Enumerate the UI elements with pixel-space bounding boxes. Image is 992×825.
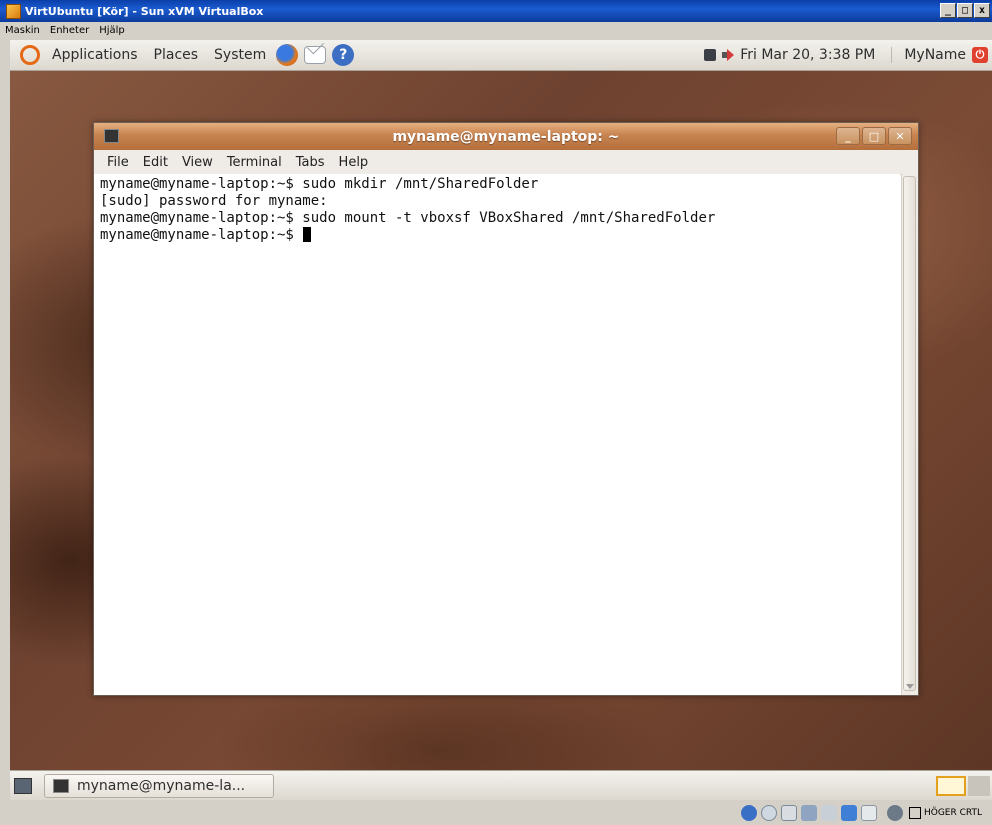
scroll-down-icon[interactable] xyxy=(906,684,914,689)
floppy-icon[interactable] xyxy=(780,804,797,821)
terminal-menubar: File Edit View Terminal Tabs Help xyxy=(94,150,918,175)
host-menu-maskin[interactable]: Maskin xyxy=(0,25,45,36)
menu-places[interactable]: Places xyxy=(150,47,203,63)
host-menu-enheter[interactable]: Enheter xyxy=(45,25,94,36)
terminal-prompt: myname@myname-laptop:~$ xyxy=(100,227,303,243)
network-icon[interactable] xyxy=(704,49,717,61)
terminal-output[interactable]: myname@myname-laptop:~$ sudo mkdir /mnt/… xyxy=(94,174,900,695)
help-icon[interactable]: ? xyxy=(332,44,355,66)
usb-icon[interactable] xyxy=(820,804,837,821)
host-window-title: VirtUbuntu [Kör] - Sun xVM VirtualBox xyxy=(25,4,264,18)
text-cursor xyxy=(303,227,312,242)
terminal-menu-help[interactable]: Help xyxy=(332,155,376,170)
terminal-titlebar[interactable]: myname@myname-laptop: ~ _ □ ✕ xyxy=(94,123,918,150)
host-key-indicator: HÖGER CRTL xyxy=(908,806,982,819)
taskbar-label: myname@myname-la... xyxy=(77,778,246,794)
menu-system[interactable]: System xyxy=(210,47,270,63)
terminal-line: [sudo] password for myname: xyxy=(100,193,328,209)
clock[interactable]: Fri Mar 20, 3:38 PM xyxy=(740,47,893,63)
terminal-scrollbar[interactable] xyxy=(901,174,918,695)
host-minimize-button[interactable]: _ xyxy=(940,3,956,18)
volume-icon[interactable] xyxy=(722,49,735,61)
host-statusbar: HÖGER CRTL xyxy=(0,800,992,825)
terminal-menu-tabs[interactable]: Tabs xyxy=(289,155,332,170)
host-maximize-button[interactable]: □ xyxy=(957,3,973,18)
host-window-controls: _ □ x xyxy=(940,3,990,18)
display-icon[interactable] xyxy=(860,804,877,821)
host-key-label: HÖGER CRTL xyxy=(923,807,982,818)
terminal-maximize-button[interactable]: □ xyxy=(862,127,886,145)
host-menu-hjalp[interactable]: Hjälp xyxy=(94,25,130,36)
host-menubar: Maskin Enheter Hjälp xyxy=(0,22,992,38)
firefox-icon[interactable] xyxy=(276,44,299,66)
virtualbox-icon xyxy=(6,3,21,19)
terminal-menu-edit[interactable]: Edit xyxy=(136,155,175,170)
taskbar-terminal-button[interactable]: myname@myname-la... xyxy=(44,774,274,798)
user-name[interactable]: MyName xyxy=(892,47,972,63)
scrollbar-thumb[interactable] xyxy=(903,176,916,691)
shared-folders-icon[interactable] xyxy=(840,804,857,821)
terminal-title: myname@myname-laptop: ~ xyxy=(392,128,620,145)
terminal-window-controls: _ □ ✕ xyxy=(836,127,912,145)
host-key-icon xyxy=(908,806,921,819)
guest-desktop: Applications Places System ? Fri Mar 20,… xyxy=(10,40,992,800)
workspace-1[interactable] xyxy=(936,776,966,796)
ubuntu-logo-icon[interactable] xyxy=(20,45,40,65)
network-adapter-icon[interactable] xyxy=(800,804,817,821)
host-titlebar: VirtUbuntu [Kör] - Sun xVM VirtualBox _ … xyxy=(0,0,992,22)
terminal-window: myname@myname-laptop: ~ _ □ ✕ File Edit … xyxy=(93,122,919,696)
host-close-button[interactable]: x xyxy=(974,3,990,18)
menu-applications[interactable]: Applications xyxy=(48,47,142,63)
terminal-close-button[interactable]: ✕ xyxy=(888,127,912,145)
power-icon[interactable]: ⏻ xyxy=(972,47,988,63)
show-desktop-icon[interactable] xyxy=(14,778,32,794)
terminal-minimize-button[interactable]: _ xyxy=(836,127,860,145)
terminal-prompt-line: myname@myname-laptop:~$ xyxy=(100,227,894,244)
terminal-menu-file[interactable]: File xyxy=(100,155,136,170)
workspace-2[interactable] xyxy=(968,776,990,796)
terminal-menu-view[interactable]: View xyxy=(175,155,220,170)
terminal-menu-terminal[interactable]: Terminal xyxy=(220,155,289,170)
cdrom-icon[interactable] xyxy=(760,804,777,821)
bottom-panel: myname@myname-la... xyxy=(10,770,992,800)
terminal-icon xyxy=(53,779,69,793)
terminal-line: myname@myname-laptop:~$ sudo mkdir /mnt/… xyxy=(100,176,539,192)
top-panel: Applications Places System ? Fri Mar 20,… xyxy=(10,40,992,71)
system-tray: Fri Mar 20, 3:38 PM MyName ⏻ xyxy=(704,40,992,70)
mail-icon[interactable] xyxy=(304,46,327,64)
mouse-integration-icon[interactable] xyxy=(886,804,903,821)
terminal-icon xyxy=(104,129,119,143)
harddisk-icon[interactable] xyxy=(740,804,757,821)
terminal-line: myname@myname-laptop:~$ sudo mount -t vb… xyxy=(100,210,716,226)
